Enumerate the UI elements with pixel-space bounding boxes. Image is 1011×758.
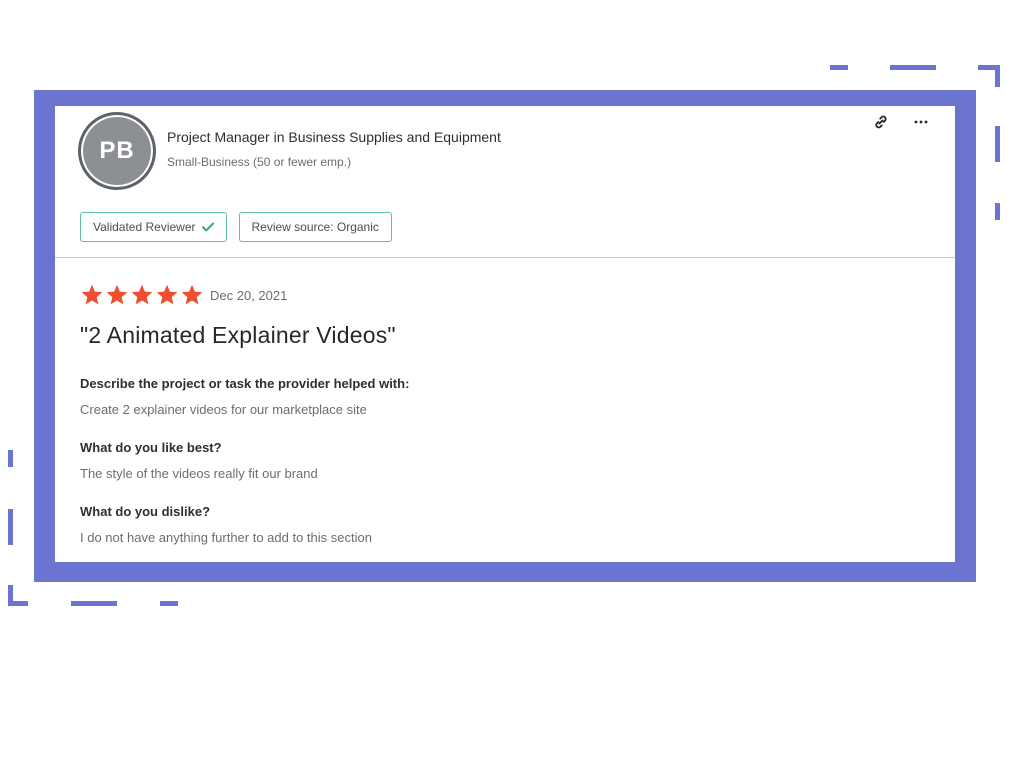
validated-reviewer-badge: Validated Reviewer — [80, 212, 227, 242]
more-icon[interactable] — [911, 114, 931, 130]
decor-dash — [8, 601, 28, 606]
answer-like-best: The style of the videos really fit our b… — [80, 466, 318, 481]
reviewer-company-size: Small-Business (50 or fewer emp.) — [167, 155, 352, 169]
answer-dislike: I do not have anything further to add to… — [80, 530, 372, 545]
reviewer-title: Project Manager in Business Supplies and… — [167, 129, 501, 145]
decor-dash — [890, 65, 936, 70]
avatar: PB — [78, 112, 156, 190]
decor-dash — [160, 601, 178, 606]
review-source-label: Review source: Organic — [251, 220, 379, 234]
answer-project: Create 2 explainer videos for our market… — [80, 402, 367, 417]
review-title: "2 Animated Explainer Videos" — [80, 322, 396, 348]
rating-row: Dec 20, 2021 — [80, 280, 930, 310]
decor-dash — [995, 203, 1000, 220]
star-icon — [181, 284, 203, 305]
review-date: Dec 20, 2021 — [210, 287, 288, 303]
review-card: PB Project Manager in Business Supplies … — [55, 106, 955, 562]
question-dislike: What do you dislike? — [80, 504, 211, 519]
reviewer-badges: Validated Reviewer Review source: Organi… — [80, 212, 392, 242]
review-body: Dec 20, 2021 "2 Animated Explainer Video… — [55, 258, 955, 545]
star-icon — [131, 284, 153, 305]
decor-dash — [8, 509, 13, 545]
star-icon — [81, 284, 103, 305]
decor-dash — [8, 450, 13, 467]
stage: PB Project Manager in Business Supplies … — [0, 0, 1011, 758]
check-icon — [201, 220, 214, 235]
question-project: Describe the project or task the provide… — [80, 376, 410, 391]
decor-dash — [830, 65, 848, 70]
decor-dash — [995, 65, 1000, 87]
link-icon[interactable] — [871, 114, 891, 130]
star-icon — [156, 284, 178, 305]
validated-reviewer-label: Validated Reviewer — [93, 220, 196, 234]
question-like-best: What do you like best? — [80, 440, 222, 455]
card-actions — [871, 114, 931, 130]
star-rating — [80, 283, 204, 307]
review-source-badge: Review source: Organic — [238, 212, 392, 242]
star-icon — [106, 284, 128, 305]
decor-dash — [71, 601, 117, 606]
reviewer-header: PB Project Manager in Business Supplies … — [55, 106, 955, 258]
decor-dash — [995, 126, 1000, 162]
